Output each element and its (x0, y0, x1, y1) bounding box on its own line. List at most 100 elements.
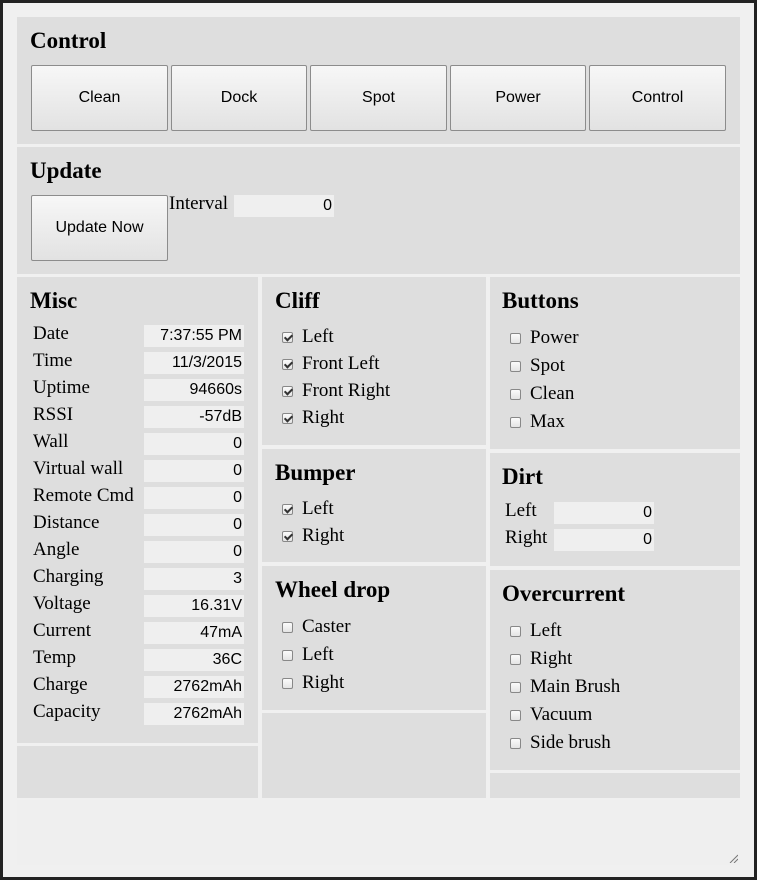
wheel-drop-item[interactable]: Right (282, 669, 344, 697)
wheel-drop-checkbox[interactable] (282, 649, 293, 661)
dock-button[interactable]: Dock (171, 65, 307, 131)
misc-row-value[interactable]: 2762mAh (144, 676, 244, 698)
control-title: Control (30, 28, 107, 53)
overcurrent-item-label: Left (530, 620, 562, 641)
cliff-checkbox[interactable] (282, 331, 293, 343)
misc-row-label: Date (33, 323, 69, 344)
overcurrent-title: Overcurrent (502, 581, 626, 606)
buttons-item-label: Power (530, 327, 579, 348)
misc-row-label: Uptime (33, 377, 90, 398)
dirt-row-value[interactable]: 0 (554, 502, 654, 524)
overcurrent-item[interactable]: Left (510, 617, 562, 645)
dirt-row-label: Left (505, 500, 537, 521)
cliff-item[interactable]: Front Right (282, 377, 390, 405)
misc-row-value[interactable]: 0 (144, 541, 244, 563)
update-panel: Update Update Now Interval 0 (17, 147, 740, 274)
overcurrent-checkbox[interactable] (510, 653, 521, 665)
bumper-item-label: Left (302, 498, 334, 519)
buttons-item[interactable]: Max (510, 408, 565, 436)
misc-row-value[interactable]: 47mA (144, 622, 244, 644)
misc-panel: Misc Date 7:37:55 PM Time 11/3/2015 Uptime 94… (17, 277, 258, 743)
overcurrent-checkbox[interactable] (510, 737, 521, 749)
interval-input[interactable]: 0 (234, 195, 334, 217)
bumper-checkbox[interactable] (282, 530, 293, 542)
overcurrent-panel: Overcurrent Left Right Main Brush Vacuum Sid… (490, 570, 740, 770)
wheel-drop-item-label: Right (302, 672, 345, 693)
misc-row-value[interactable]: 3 (144, 568, 244, 590)
misc-row-value[interactable]: 2762mAh (144, 703, 244, 725)
log-textarea[interactable] (17, 800, 740, 865)
misc-row-value[interactable]: 7:37:55 PM (144, 325, 244, 347)
overcurrent-item[interactable]: Vacuum (510, 701, 592, 729)
overcurrent-checkbox[interactable] (510, 681, 521, 693)
buttons-checkbox[interactable] (510, 332, 521, 344)
wheel-drop-checkbox[interactable] (282, 621, 293, 633)
misc-row-label: Time (33, 350, 73, 371)
cliff-title: Cliff (275, 288, 320, 313)
wheel-drop-checkbox[interactable] (282, 677, 293, 689)
overcurrent-checkbox[interactable] (510, 709, 521, 721)
resize-grip-icon[interactable] (728, 853, 738, 863)
wheel-drop-panel: Wheel drop Caster Left Right (262, 566, 486, 710)
dirt-title: Dirt (502, 464, 543, 489)
misc-title: Misc (30, 288, 78, 313)
cliff-item[interactable]: Left (282, 323, 334, 351)
buttons-item-label: Max (530, 411, 565, 432)
control-panel: Control Clean Dock Spot Power Control (17, 17, 740, 144)
cliff-item[interactable]: Right (282, 404, 344, 432)
dirt-row-label: Right (505, 527, 548, 548)
cliff-item-label: Right (302, 407, 345, 428)
clean-button[interactable]: Clean (31, 65, 168, 131)
misc-row-value[interactable]: -57dB (144, 406, 244, 428)
interval-label: Interval (169, 193, 229, 214)
buttons-checkbox[interactable] (510, 360, 521, 372)
overcurrent-item[interactable]: Right (510, 645, 572, 673)
overcurrent-panel-spacer (490, 773, 740, 798)
buttons-item[interactable]: Spot (510, 352, 565, 380)
buttons-item[interactable]: Power (510, 324, 579, 352)
overcurrent-checkbox[interactable] (510, 625, 521, 637)
buttons-item-label: Clean (530, 383, 575, 404)
cliff-item-label: Left (302, 326, 334, 347)
misc-row-value[interactable]: 0 (144, 460, 244, 482)
buttons-panel: Buttons Power Spot Clean Max (490, 277, 740, 449)
misc-row-label: Temp (33, 647, 76, 668)
buttons-checkbox[interactable] (510, 388, 521, 400)
dirt-panel: Dirt Left 0 Right 0 (490, 453, 740, 566)
misc-row-value[interactable]: 94660s (144, 379, 244, 401)
buttons-item-label: Spot (530, 355, 565, 376)
misc-row-label: Voltage (33, 593, 91, 614)
misc-row-value[interactable]: 0 (144, 487, 244, 509)
misc-row-value[interactable]: 16.31V (144, 595, 244, 617)
wheel-drop-item[interactable]: Left (282, 641, 334, 669)
wheel-drop-panel-spacer (262, 713, 486, 798)
misc-panel-spacer (17, 746, 258, 798)
cliff-checkbox[interactable] (282, 358, 293, 370)
dirt-row-value[interactable]: 0 (554, 529, 654, 551)
overcurrent-item-label: Vacuum (530, 704, 593, 725)
buttons-title: Buttons (502, 288, 579, 313)
cliff-item[interactable]: Front Left (282, 350, 380, 378)
power-button[interactable]: Power (450, 65, 586, 131)
misc-row-value[interactable]: 36C (144, 649, 244, 671)
misc-row-value[interactable]: 0 (144, 433, 244, 455)
buttons-checkbox[interactable] (510, 416, 521, 428)
cliff-checkbox[interactable] (282, 385, 293, 397)
misc-row-value[interactable]: 11/3/2015 (144, 352, 244, 374)
overcurrent-item[interactable]: Side brush (510, 729, 611, 757)
spot-button[interactable]: Spot (310, 65, 447, 131)
misc-row-label: Charging (33, 566, 104, 587)
misc-row-label: Current (33, 620, 92, 641)
bumper-item[interactable]: Right (282, 522, 344, 550)
bumper-checkbox[interactable] (282, 503, 293, 515)
control-button[interactable]: Control (589, 65, 726, 131)
overcurrent-item[interactable]: Main Brush (510, 673, 620, 701)
update-now-button[interactable]: Update Now (31, 195, 168, 261)
buttons-item[interactable]: Clean (510, 380, 574, 408)
cliff-checkbox[interactable] (282, 412, 293, 424)
wheel-drop-item[interactable]: Caster (282, 613, 351, 641)
misc-row-value[interactable]: 0 (144, 514, 244, 536)
misc-row-label: Capacity (33, 701, 101, 722)
cliff-item-label: Front Left (302, 353, 380, 374)
bumper-item[interactable]: Left (282, 495, 334, 523)
